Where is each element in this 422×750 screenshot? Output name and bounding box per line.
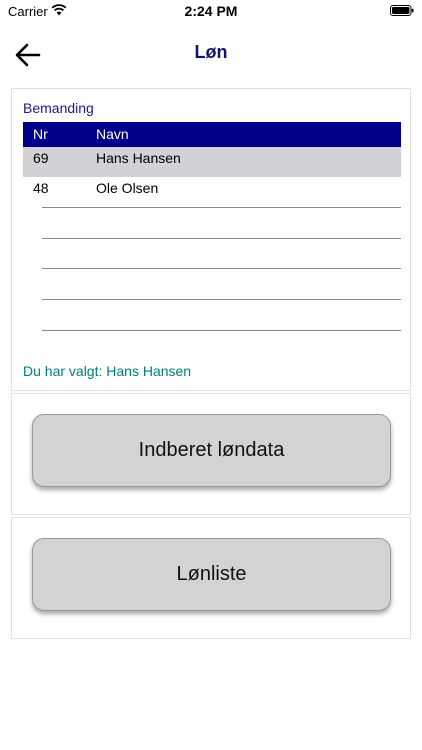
row-name: Hans Hansen [96, 150, 181, 166]
clock: 2:24 PM [184, 3, 238, 19]
table-row[interactable]: 69 Hans Hansen [23, 147, 401, 177]
empty-row-divider [42, 299, 401, 300]
empty-row-divider [42, 207, 401, 208]
empty-row-divider [42, 238, 401, 239]
crew-panel: Bemanding Nr Navn 69 Hans Hansen 48 Ole … [11, 88, 411, 391]
payroll-list-panel: Lønliste [11, 517, 411, 639]
row-nr: 48 [33, 180, 49, 196]
table-row[interactable]: 48 Ole Olsen [23, 177, 401, 207]
crew-table-header: Nr Navn [23, 122, 401, 147]
row-nr: 69 [33, 150, 49, 166]
empty-row-divider [42, 330, 401, 331]
column-header-nr: Nr [33, 126, 48, 142]
status-bar: Carrier 2:24 PM [0, 0, 422, 22]
empty-row-divider [42, 268, 401, 269]
column-header-name: Navn [96, 126, 129, 142]
nav-bar: Løn [0, 30, 422, 80]
report-panel: Indberet løndata [11, 393, 411, 515]
page-title: Løn [194, 42, 228, 62]
payroll-list-button[interactable]: Lønliste [32, 538, 391, 611]
crew-table: Nr Navn 69 Hans Hansen 48 Ole Olsen [23, 122, 401, 207]
selection-status: Du har valgt: Hans Hansen [23, 363, 192, 379]
row-name: Ole Olsen [96, 180, 159, 196]
report-payroll-data-button[interactable]: Indberet løndata [32, 414, 391, 487]
crew-label: Bemanding [23, 100, 94, 116]
battery-icon [390, 5, 414, 16]
